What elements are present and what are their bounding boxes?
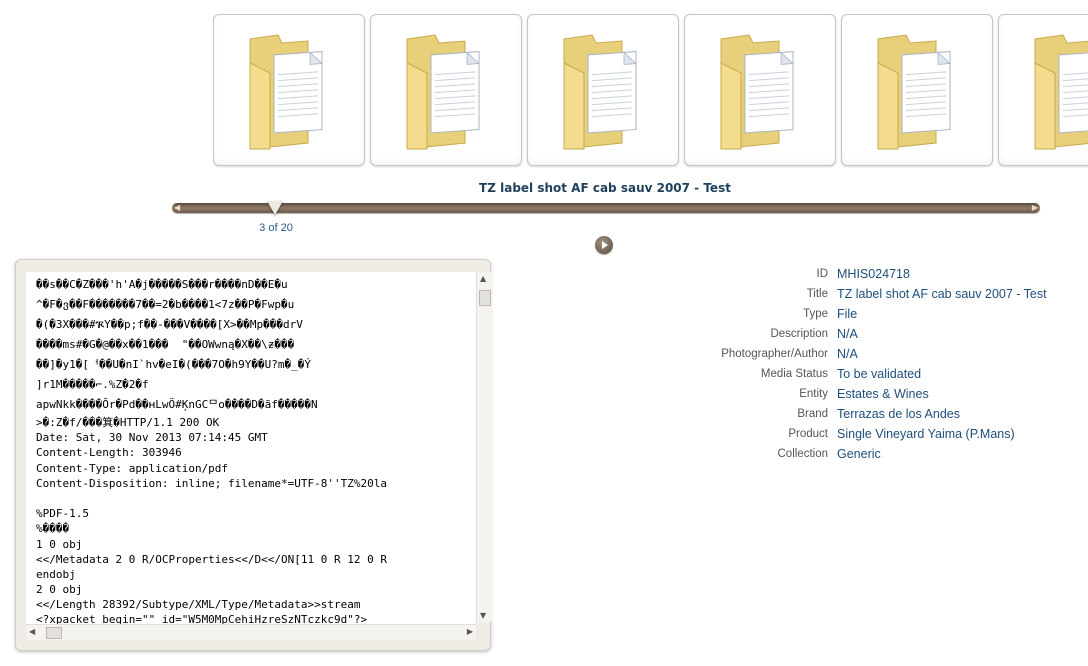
preview-line: ��]�y1�[ᅥ��U�nI`hᴠ�eI�(���7O�h9Y��U?m�_�…	[36, 358, 312, 371]
detail-value: To be validated	[837, 367, 922, 381]
play-button[interactable]	[595, 236, 613, 254]
preview-line: ^�F�ვ��F�������7��=2�b����1<7z��P�Fwp�u	[36, 298, 295, 311]
horizontal-scrollbar[interactable]: ◀ ▶	[26, 624, 476, 640]
preview-line: <</Length 28392/Subtype/XML/Type/Metadat…	[36, 598, 361, 612]
detail-label: Description	[770, 328, 828, 340]
preview-line	[36, 491, 466, 506]
scroll-up-arrow-icon[interactable]: ▲	[480, 274, 486, 283]
detail-value: Terrazas de los Andes	[837, 407, 960, 421]
thumbnail-item[interactable]	[527, 14, 679, 166]
file-preview-content[interactable]: ��s��C�Z���'h'A�j�����S���r����nD��E�u ^�…	[26, 272, 476, 634]
preview-line: 1 0 obj	[36, 537, 83, 551]
detail-label: Product	[788, 428, 828, 440]
preview-line: >�:Z�f/���箕�HTTP/1.1 200 OK	[36, 416, 220, 429]
detail-row: Title TZ label shot AF cab sauv 2007 - Te…	[600, 284, 1080, 304]
media-details: ID MHIS024718 Title TZ label shot AF cab sa…	[600, 264, 1080, 464]
thumbnail-item[interactable]	[998, 14, 1088, 166]
detail-value: MHIS024718	[837, 267, 910, 281]
preview-line: ��s��C�Z���'h'A�j�����S���r����nD��E�u	[36, 278, 288, 291]
preview-line: ]r1M�����⌐.%Z�2�f	[36, 378, 149, 391]
slider-left-arrow-icon[interactable]: ◀	[174, 203, 180, 213]
scroll-left-arrow-icon[interactable]: ◀	[29, 627, 35, 636]
preview-line: <</Metadata 2 0 R/OCProperties<</D<</ON[…	[36, 552, 387, 566]
detail-row: Entity Estates & Wines	[600, 384, 1080, 404]
detail-row: Brand Terrazas de los Andes	[600, 404, 1080, 424]
slider-handle[interactable]	[267, 201, 283, 215]
preview-line: Content-Disposition: inline; filename*=U…	[36, 476, 387, 490]
detail-row: Product Single Vineyard Yaima (P.Mans)	[600, 424, 1080, 444]
detail-label: ID	[816, 268, 829, 280]
preview-line: endobj	[36, 567, 76, 581]
thumbnail-item[interactable]	[841, 14, 993, 166]
horizontal-scroll-thumb[interactable]	[46, 627, 62, 639]
preview-line: �(�3X���#ᎍY��p;f��-���V����[X>��Mp���drV	[36, 318, 303, 331]
detail-row: Media Status To be validated	[600, 364, 1080, 384]
media-slider[interactable]: ◀ ▶	[172, 203, 1040, 213]
detail-value: N/A	[837, 327, 858, 341]
thumbnail-item[interactable]	[370, 14, 522, 166]
preview-line: Date: Sat, 30 Nov 2013 07:14:45 GMT	[36, 431, 268, 445]
thumbnail-strip	[213, 14, 1088, 168]
thumbnail-item[interactable]	[213, 14, 365, 166]
detail-label: Entity	[799, 388, 828, 400]
detail-label: Collection	[777, 448, 829, 460]
preview-line: Content-Type: application/pdf	[36, 461, 229, 475]
detail-value: N/A	[837, 347, 858, 361]
detail-row: Collection Generic	[600, 444, 1080, 464]
detail-row: Type File	[600, 304, 1080, 324]
media-position-counter: 3 of 20	[259, 222, 293, 234]
detail-label: Media Status	[760, 368, 828, 380]
file-preview-panel: ��s��C�Z���'h'A�j�����S���r����nD��E�u ^�…	[15, 259, 492, 651]
detail-row: ID MHIS024718	[600, 264, 1080, 284]
detail-row: Photographer/Author N/A	[600, 344, 1080, 364]
detail-label: Photographer/Author	[721, 348, 828, 360]
scroll-right-arrow-icon[interactable]: ▶	[467, 627, 473, 636]
preview-line: %����	[36, 522, 70, 536]
detail-label: Type	[803, 308, 828, 320]
detail-value: TZ label shot AF cab sauv 2007 - Test	[837, 287, 1047, 301]
detail-value: Estates & Wines	[837, 387, 929, 401]
preview-line: ����ms#�G�@��x��1��� "��OWwną�X��\ƶ���	[36, 338, 295, 351]
detail-label: Title	[806, 288, 828, 300]
raw-file-text: ��s��C�Z���'h'A�j�����S���r����nD��E�u ^�…	[36, 275, 466, 628]
slider-right-arrow-icon[interactable]: ▶	[1032, 203, 1038, 213]
vertical-scroll-thumb[interactable]	[479, 290, 491, 306]
preview-line: %PDF-1.5	[36, 507, 89, 521]
detail-value: Generic	[837, 447, 881, 461]
thumbnail-item[interactable]	[684, 14, 836, 166]
media-title: TZ label shot AF cab sauv 2007 - Test	[479, 181, 731, 195]
vertical-scrollbar[interactable]: ▲ ▼	[476, 272, 492, 622]
detail-label: Brand	[797, 408, 828, 420]
preview-line: Content-Length: 303946	[36, 446, 182, 460]
preview-line: 2 0 obj	[36, 583, 83, 597]
preview-line: apwNkk����Ŏr�Pd��ʜLwÖ#ĶnGCᄆo����D�ãf����…	[36, 398, 318, 411]
detail-value: Single Vineyard Yaima (P.Mans)	[837, 427, 1015, 441]
detail-value: File	[837, 307, 858, 321]
detail-row: Description N/A	[600, 324, 1080, 344]
scroll-down-arrow-icon[interactable]: ▼	[480, 611, 486, 620]
